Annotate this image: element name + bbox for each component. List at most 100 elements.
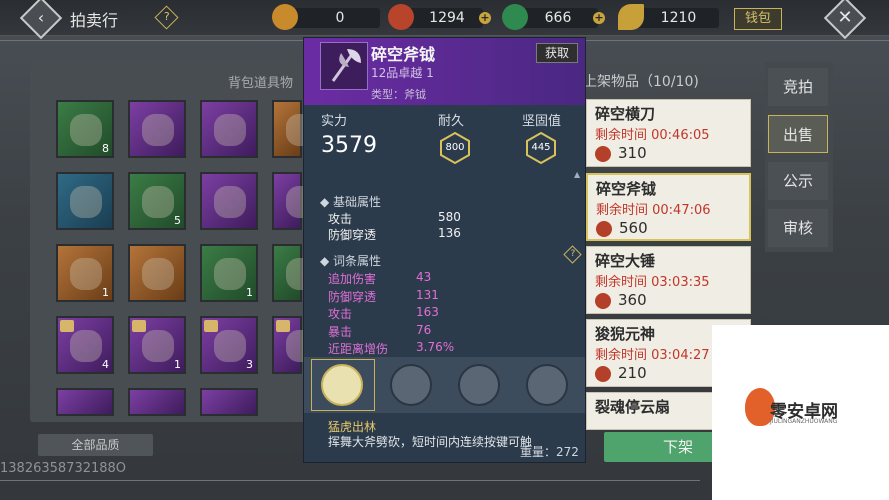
bag-slot[interactable] <box>200 100 258 158</box>
scroll-up-icon[interactable]: ▲ <box>574 170 580 179</box>
currency-gold: 1210 <box>634 8 719 28</box>
top-bar: ‹ 拍卖行 ? 0 1294 + 666 + 1210 钱包 ✕ <box>0 0 889 40</box>
power-value: 3579 <box>321 133 377 158</box>
currency-jade-value: 666 <box>544 10 572 26</box>
whirl-skill-icon[interactable] <box>526 364 568 406</box>
affix-key: 近距离增伤 <box>328 342 389 356</box>
gold-leaf-icon <box>618 4 644 30</box>
bag-slot[interactable]: 1 <box>128 316 186 374</box>
item-icon <box>70 114 102 146</box>
back-button[interactable]: ‹ <box>19 0 63 40</box>
item-icon <box>142 114 174 146</box>
item-name: 碎空斧钺 <box>371 45 436 64</box>
phone-watermark-text: 13826358732188O <box>0 461 127 476</box>
affix-key: 追加伤害 <box>328 272 377 286</box>
item-count: 3 <box>246 358 253 371</box>
affix-value: 43 <box>416 270 432 284</box>
solid-value: 445 <box>531 142 551 153</box>
tab-bid[interactable]: 竞拍 <box>768 68 828 106</box>
bag-slot[interactable]: 1 <box>200 244 258 302</box>
red-coin-icon <box>595 366 611 382</box>
bag-slot[interactable] <box>56 388 114 416</box>
item-count: 4 <box>102 358 109 371</box>
red-coin-icon <box>595 293 611 309</box>
affix-value: 3.76% <box>416 340 455 354</box>
back-arrow-icon: ‹ <box>37 8 45 27</box>
bag-slot[interactable]: 1 <box>56 244 114 302</box>
skill-row <box>304 357 585 413</box>
listing-title: 上架物品（10/10) <box>583 74 699 90</box>
tab-public[interactable]: 公示 <box>768 162 828 200</box>
attr-value: 580 <box>438 210 461 224</box>
bag-slot[interactable] <box>272 172 318 230</box>
bag-slot[interactable] <box>128 388 186 416</box>
tab-sell[interactable]: 出售 <box>768 115 828 153</box>
durability-hex: 800 <box>438 131 472 165</box>
item-icon <box>142 258 174 290</box>
bag-slot[interactable]: 5 <box>128 172 186 230</box>
affix-value: 76 <box>416 323 432 337</box>
bag-slot[interactable]: 4 <box>56 316 114 374</box>
listing-card-selected[interactable]: 碎空斧钺 剩余时间 00:47:06 560 <box>586 173 751 241</box>
add-jade-button[interactable]: + <box>593 12 605 24</box>
bound-icon <box>60 320 74 332</box>
bag-slot[interactable] <box>272 316 318 374</box>
divider <box>0 480 700 481</box>
affix-value: 131 <box>416 288 439 302</box>
listing-card[interactable]: 碎空大锤 剩余时间 03:03:35 360 <box>586 246 751 314</box>
solid-label: 坚固值 <box>522 114 562 129</box>
tiger-skill-icon[interactable] <box>321 364 363 406</box>
listing-time: 剩余时间 03:03:35 <box>595 275 710 290</box>
item-grade: 12品卓越 1 <box>371 66 434 80</box>
close-icon: ✕ <box>837 7 853 29</box>
bag-slot[interactable] <box>56 172 114 230</box>
affix-key: 攻击 <box>328 307 353 321</box>
listing-name: 碎空斧钺 <box>596 180 657 198</box>
jade-coin-icon <box>502 4 528 30</box>
attr-key: 攻击 <box>328 212 353 226</box>
bag-slot[interactable]: 8 <box>56 100 114 158</box>
item-icon <box>214 186 246 218</box>
close-button[interactable]: ✕ <box>823 0 867 40</box>
currency-bronze: 0 <box>290 8 380 28</box>
item-icon <box>214 330 246 362</box>
item-weight: 重量：272 <box>520 445 579 459</box>
red-coin-icon <box>596 221 612 237</box>
currency-jade: 666 <box>518 8 598 28</box>
item-count: 1 <box>174 358 181 371</box>
wallet-button[interactable]: 钱包 <box>734 8 782 30</box>
listing-time: 剩余时间 03:04:27 <box>595 348 710 363</box>
item-icon <box>70 186 102 218</box>
axe-icon <box>320 42 368 90</box>
bag-slot[interactable] <box>272 100 318 158</box>
bag-slot[interactable] <box>128 244 186 302</box>
bag-slot[interactable] <box>128 100 186 158</box>
bag-slot[interactable]: 3 <box>200 316 258 374</box>
listing-price: 210 <box>618 364 647 382</box>
beast-skill-icon[interactable] <box>458 364 500 406</box>
listing-card[interactable]: 碎空横刀 剩余时间 00:46:05 310 <box>586 99 751 167</box>
listing-name: 碎空大锤 <box>595 252 656 270</box>
bag-slot[interactable] <box>200 388 258 416</box>
slash-skill-icon[interactable] <box>390 364 432 406</box>
listing-price: 560 <box>619 219 648 237</box>
affix-help-icon[interactable]: ? <box>563 245 582 264</box>
item-icon <box>142 186 174 218</box>
get-button[interactable]: 获取 <box>536 43 578 63</box>
listing-price: 360 <box>618 291 647 309</box>
item-detail-panel: 碎空斧钺 12品卓越 1 类型：斧钺 获取 实力 耐久 坚固值 3579 800… <box>303 37 586 463</box>
attr-key: 防御穿透 <box>328 228 377 242</box>
affix-attr-title: ◆ 词条属性 <box>320 254 382 268</box>
affix-value: 163 <box>416 305 439 319</box>
bound-icon <box>276 320 290 332</box>
help-icon[interactable]: ? <box>154 5 179 30</box>
bag-slot[interactable] <box>272 244 318 302</box>
listing-name: 狻猊元神 <box>595 325 656 343</box>
bound-icon <box>132 320 146 332</box>
quality-filter-button[interactable]: 全部品质 <box>38 434 153 456</box>
durability-value: 800 <box>445 142 465 153</box>
item-icon <box>142 330 174 362</box>
add-red-button[interactable]: + <box>479 12 491 24</box>
bag-slot[interactable] <box>200 172 258 230</box>
tab-review[interactable]: 审核 <box>768 209 828 247</box>
